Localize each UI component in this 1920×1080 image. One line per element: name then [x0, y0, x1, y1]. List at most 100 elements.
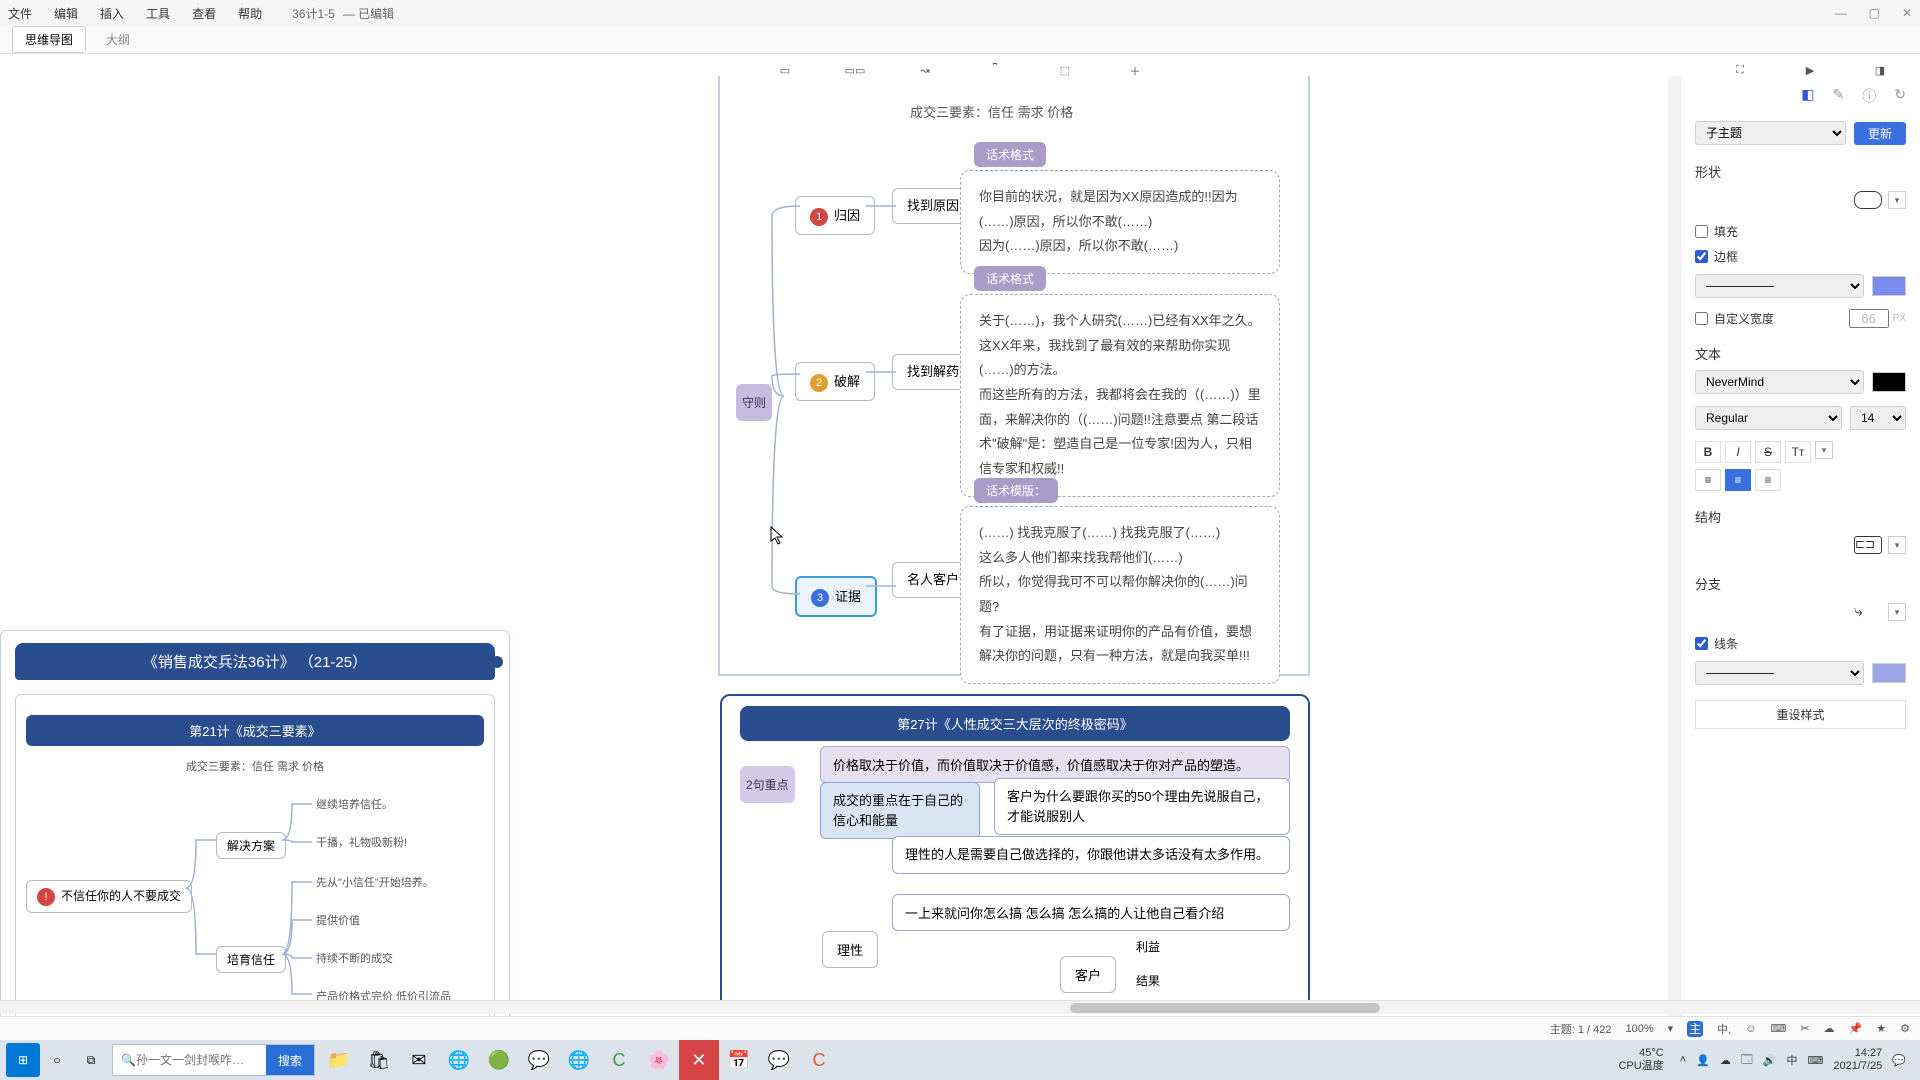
panel-tab-info-icon[interactable]: ⓘ	[1862, 86, 1876, 106]
line-color-swatch[interactable]	[1872, 663, 1906, 683]
zoom-dropdown-icon[interactable]: ▾	[1668, 1022, 1674, 1035]
line-checkbox[interactable]	[1695, 637, 1708, 650]
bold-button[interactable]: B	[1695, 441, 1721, 463]
strike-button[interactable]: S	[1755, 441, 1781, 463]
tray-up-icon[interactable]: ˄	[1680, 1054, 1686, 1066]
app-close-icon[interactable]: ✕	[679, 1040, 719, 1080]
status-star-icon[interactable]: ★	[1876, 1022, 1886, 1035]
panel-tab-style-icon[interactable]: ◧	[1801, 86, 1814, 106]
align-left-button[interactable]: ≡	[1695, 469, 1721, 491]
pv-leaf0[interactable]: 继续培养信任。	[316, 796, 393, 812]
hdr-section27[interactable]: 第27计《人性成交三大层次的终极密码》	[740, 706, 1290, 741]
menu-insert[interactable]: 插入	[100, 5, 124, 22]
app-edge-icon[interactable]: 🌐	[559, 1040, 599, 1080]
case-dropdown-icon[interactable]: ▾	[1815, 441, 1833, 459]
branch-preview[interactable]: ⤷	[1854, 603, 1882, 621]
preview-card[interactable]: 《销售成交兵法36计》 （21-25） 第21计《成交三要素》 成交三要素：信任…	[0, 630, 510, 1040]
status-scissors-icon[interactable]: ✂	[1800, 1022, 1809, 1035]
node-step1[interactable]: 1归因	[795, 196, 875, 235]
minimize-icon[interactable]: —	[1835, 6, 1847, 20]
text-color-swatch[interactable]	[1872, 372, 1906, 392]
status-zoom[interactable]: 100%	[1625, 1023, 1653, 1035]
pv-leaf1[interactable]: 干播，礼物吸新粉!	[316, 834, 407, 850]
struct-preview[interactable]: ⊏⊐	[1854, 536, 1882, 554]
scrollbar-thumb[interactable]	[1070, 1003, 1380, 1013]
tray-onedrive-icon[interactable]: ☁	[1720, 1054, 1731, 1067]
app-calendar-icon[interactable]: 📅	[719, 1040, 759, 1080]
tab-mindmap[interactable]: 思维导图	[12, 26, 86, 53]
node-step2[interactable]: 2破解	[795, 362, 875, 401]
taskbar-search[interactable]: 🔍 搜索	[112, 1044, 315, 1076]
tray-people-icon[interactable]: 👤	[1696, 1054, 1710, 1067]
rational-b[interactable]: 一上来就问你怎么搞 怎么搞 怎么搞的人让他自己看介绍	[892, 894, 1290, 931]
border-style-select[interactable]: ────────	[1695, 274, 1864, 298]
node-customer[interactable]: 客户	[1060, 956, 1116, 993]
case-button[interactable]: Tт	[1785, 441, 1811, 463]
pv-n1[interactable]: !不信任你的人不要成交	[26, 880, 192, 913]
search-button[interactable]: 搜索	[266, 1045, 314, 1075]
app-wechatwork-icon[interactable]: 💬	[759, 1040, 799, 1080]
update-button[interactable]: 更新	[1854, 122, 1906, 145]
border-checkbox[interactable]	[1695, 250, 1708, 263]
tray-sound-icon[interactable]: 🔊	[1763, 1054, 1777, 1067]
status-emoji-icon[interactable]: ☺	[1745, 1023, 1756, 1035]
status-lang-icon[interactable]: 中,	[1717, 1021, 1731, 1037]
pv-n3[interactable]: 培育信任	[216, 946, 286, 973]
tray-notification-icon[interactable]: 💬	[1892, 1054, 1906, 1067]
node-rational[interactable]: 理性	[822, 931, 878, 968]
node-step3-selected[interactable]: 3证据	[795, 576, 877, 617]
line-value2b[interactable]: 客户为什么要跟你买的50个理由先说服自己，才能说服别人	[994, 778, 1290, 835]
align-right-button[interactable]: ≡	[1755, 469, 1781, 491]
status-cloud-icon[interactable]: ☁	[1824, 1022, 1835, 1035]
shape-preview[interactable]	[1854, 191, 1882, 209]
menu-tools[interactable]: 工具	[146, 5, 170, 22]
taskview-icon[interactable]: ⧉	[74, 1043, 108, 1077]
menu-edit[interactable]: 编辑	[54, 5, 78, 22]
tag-2points[interactable]: 2句重点	[740, 766, 795, 803]
size-select[interactable]: 14	[1850, 406, 1906, 430]
menu-file[interactable]: 文件	[8, 5, 32, 22]
content-step1[interactable]: 你目前的状况，就是因为XX原因造成的!!因为(……)原因，所以你不敢(……) 因…	[960, 170, 1280, 274]
app-store-icon[interactable]: 🛍	[359, 1040, 399, 1080]
app-wechat-icon[interactable]: 💬	[519, 1040, 559, 1080]
content-step3[interactable]: (……) 找我克服了(……) 找我克服了(……) 这么多人他们都来找我帮他们(……	[960, 506, 1280, 684]
pv-leaf2[interactable]: 先从"小信任"开始培养。	[316, 874, 434, 890]
font-select[interactable]: NeverMind	[1695, 370, 1864, 394]
close-icon[interactable]: ✕	[1902, 6, 1912, 20]
align-center-button[interactable]: ≡	[1725, 469, 1751, 491]
italic-button[interactable]: I	[1725, 441, 1751, 463]
cortana-icon[interactable]: ○	[40, 1043, 74, 1077]
node-result[interactable]: 结果	[1136, 972, 1160, 989]
status-xmind-icon[interactable]: 主	[1687, 1021, 1703, 1037]
width-input[interactable]	[1849, 309, 1889, 328]
status-gear-icon[interactable]: ⚙	[1900, 1022, 1910, 1035]
label-format1[interactable]: 话术格式	[974, 142, 1046, 167]
label-template3[interactable]: 话术模版：	[974, 478, 1058, 503]
reset-button[interactable]: 重设样式	[1695, 700, 1906, 729]
app-explorer-icon[interactable]: 📁	[319, 1040, 359, 1080]
customwidth-checkbox[interactable]	[1695, 312, 1708, 325]
rational-a[interactable]: 理性的人是需要自己做选择的，你跟他讲太多话没有太多作用。	[892, 836, 1290, 874]
scrollbar-v[interactable]	[1668, 76, 1680, 1040]
label-format2[interactable]: 话术格式	[974, 266, 1046, 291]
scrollbar-h[interactable]	[0, 1000, 1920, 1014]
app-pink-icon[interactable]: 🌸	[639, 1040, 679, 1080]
topic-type-select[interactable]: 子主题	[1695, 121, 1846, 145]
app-mail-icon[interactable]: ✉	[399, 1040, 439, 1080]
fill-checkbox[interactable]	[1695, 225, 1708, 238]
app-chrome-icon[interactable]: 🌐	[439, 1040, 479, 1080]
app-c-icon[interactable]: C	[599, 1040, 639, 1080]
pv-leaf4[interactable]: 持续不断的成交	[316, 950, 393, 966]
node-benefit[interactable]: 利益	[1136, 938, 1160, 955]
line-style-select[interactable]: ────────	[1695, 661, 1864, 685]
node-shouce[interactable]: 守则	[736, 384, 772, 421]
panel-tab-refresh-icon[interactable]: ↻	[1894, 86, 1906, 106]
pv-leaf3[interactable]: 提供价值	[316, 912, 360, 928]
shape-dropdown-icon[interactable]: ▾	[1888, 191, 1906, 209]
status-keyboard-icon[interactable]: ⌨	[1770, 1022, 1786, 1035]
search-input[interactable]	[136, 1053, 266, 1067]
tray-ime-icon[interactable]: 中	[1786, 1052, 1797, 1068]
content-step2[interactable]: 关于(……)，我个人研究(……)已经有XX年之久。 这XX年来，我找到了最有效的…	[960, 294, 1280, 497]
tray-keyboard-icon[interactable]: ⌨	[1807, 1054, 1823, 1067]
weight-select[interactable]: Regular	[1695, 406, 1842, 430]
